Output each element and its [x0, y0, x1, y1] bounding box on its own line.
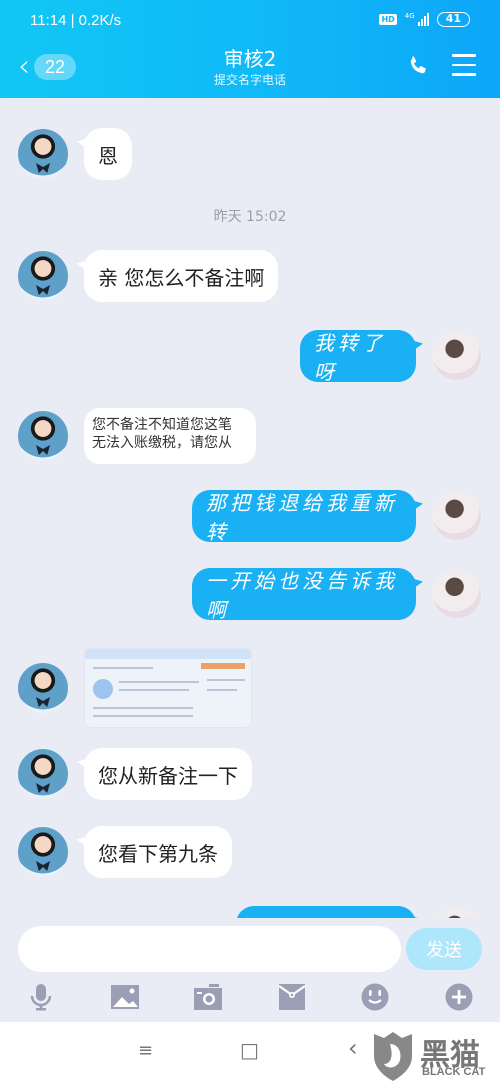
chat-header: 11:14 | 0.2K/s HD 4G 41 ‹ 22 审核2 提交名字电话	[0, 0, 500, 98]
status-bar: 11:14 | 0.2K/s HD 4G 41	[30, 10, 470, 32]
system-back-button[interactable]: ‹	[348, 1034, 358, 1062]
screenshot-image-message[interactable]	[84, 648, 252, 728]
message-bubble[interactable]: 亲 您怎么不备注啊	[84, 250, 279, 302]
agent-avatar[interactable]	[18, 827, 68, 877]
message-row: 您从新备注一下	[18, 748, 252, 800]
black-cat-watermark: 黑猫 BLACK CAT	[370, 1030, 500, 1082]
image-text-line: 无法入账缴税，请您从	[92, 435, 232, 451]
user-avatar[interactable]	[432, 569, 482, 619]
signal-icon: 4G	[405, 13, 429, 26]
message-row: 您看下第九条	[18, 826, 232, 878]
message-row: 那把钱退给我重新转	[192, 490, 482, 544]
gallery-button[interactable]	[110, 982, 140, 1012]
message-row: 恩	[18, 128, 132, 180]
check-icon	[93, 679, 113, 699]
agent-avatar[interactable]	[18, 663, 68, 713]
more-button[interactable]	[444, 982, 474, 1012]
message-bubble[interactable]: 一开始也没告诉我啊	[192, 568, 416, 622]
microphone-icon	[30, 984, 52, 1011]
image-text-line: 您不备注不知道您这笔	[92, 417, 232, 433]
cat-shield-icon	[374, 1032, 412, 1081]
message-bubble[interactable]: 您从新备注一下	[84, 748, 252, 800]
agent-avatar[interactable]	[18, 749, 68, 799]
image-message[interactable]: 您不备注不知道您这笔 无法入账缴税，请您从	[84, 408, 256, 464]
message-row: 我转了呀	[300, 330, 482, 384]
message-row	[236, 906, 482, 918]
menu-button[interactable]	[452, 54, 476, 76]
message-input[interactable]	[18, 926, 401, 972]
system-navigation-bar: ≡ □ ‹ 黑猫 BLACK CAT	[0, 1022, 500, 1083]
hd-icon: HD	[379, 14, 397, 25]
status-time-speed: 11:14 | 0.2K/s	[30, 12, 122, 29]
status-icons: HD 4G 41	[379, 12, 470, 27]
message-bubble[interactable]: 您看下第九条	[84, 826, 232, 878]
nav-bar: ‹ 22 审核2 提交名字电话	[0, 42, 500, 92]
call-button[interactable]	[406, 54, 430, 78]
red-packet-button[interactable]	[277, 982, 307, 1012]
agent-avatar[interactable]	[18, 129, 68, 179]
watermark-en: BLACK CAT	[422, 1066, 486, 1078]
user-avatar[interactable]	[432, 907, 482, 918]
message-bubble[interactable]: 那把钱退给我重新转	[192, 490, 416, 544]
send-button[interactable]: 发送	[406, 928, 482, 970]
image-icon	[111, 985, 139, 1009]
agent-avatar[interactable]	[18, 411, 68, 461]
battery-indicator: 41	[436, 12, 470, 27]
recents-button[interactable]: ≡	[138, 1040, 153, 1061]
composer: 发送	[18, 926, 482, 972]
message-row: 亲 您怎么不备注啊	[18, 250, 279, 302]
voice-button[interactable]	[26, 982, 56, 1012]
hamburger-menu-icon	[452, 54, 476, 76]
message-bubble[interactable]: 我转了呀	[300, 330, 416, 384]
user-avatar[interactable]	[432, 491, 482, 541]
camera-icon	[194, 984, 222, 1010]
message-row	[18, 648, 252, 728]
composer-toolbar	[0, 982, 500, 1016]
camera-button[interactable]	[193, 982, 223, 1012]
message-row: 一开始也没告诉我啊	[192, 568, 482, 622]
message-bubble[interactable]	[236, 906, 416, 918]
emoji-button[interactable]	[360, 982, 390, 1012]
screenshot-titlebar	[85, 649, 251, 659]
message-bubble[interactable]: 恩	[84, 128, 132, 180]
emoji-icon	[361, 983, 389, 1011]
user-avatar[interactable]	[432, 331, 482, 381]
phone-icon	[410, 56, 426, 74]
plus-icon	[445, 983, 473, 1011]
agent-avatar[interactable]	[18, 251, 68, 301]
chat-area[interactable]: 恩 昨天 15:02 亲 您怎么不备注啊 我转了呀 您不备注不知道您这笔 无法入…	[0, 98, 500, 918]
screenshot-badge	[201, 663, 245, 669]
red-packet-icon	[278, 984, 306, 1010]
message-row: 您不备注不知道您这笔 无法入账缴税，请您从	[18, 408, 256, 464]
home-button[interactable]: □	[240, 1038, 259, 1062]
timestamp: 昨天 15:02	[213, 209, 287, 225]
